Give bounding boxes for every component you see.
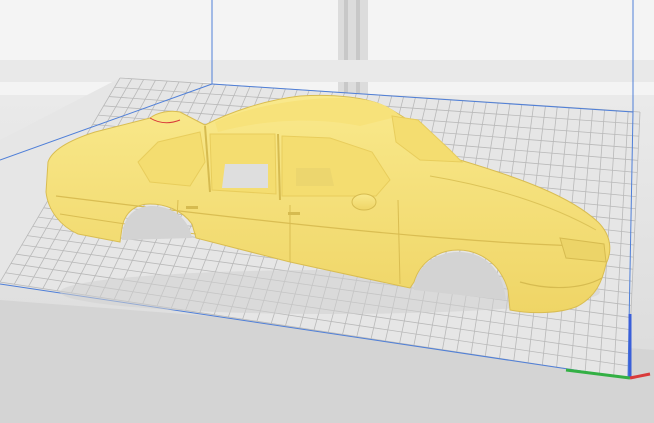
window-cutout-rear	[222, 164, 268, 188]
front-door-handle	[288, 212, 300, 215]
window-cutout-front	[296, 168, 334, 186]
3d-viewport[interactable]	[0, 0, 654, 423]
printer-frame	[0, 0, 654, 95]
rear-door-handle	[186, 206, 198, 209]
side-mirror	[351, 193, 377, 211]
build-plate-scene[interactable]	[0, 0, 654, 423]
